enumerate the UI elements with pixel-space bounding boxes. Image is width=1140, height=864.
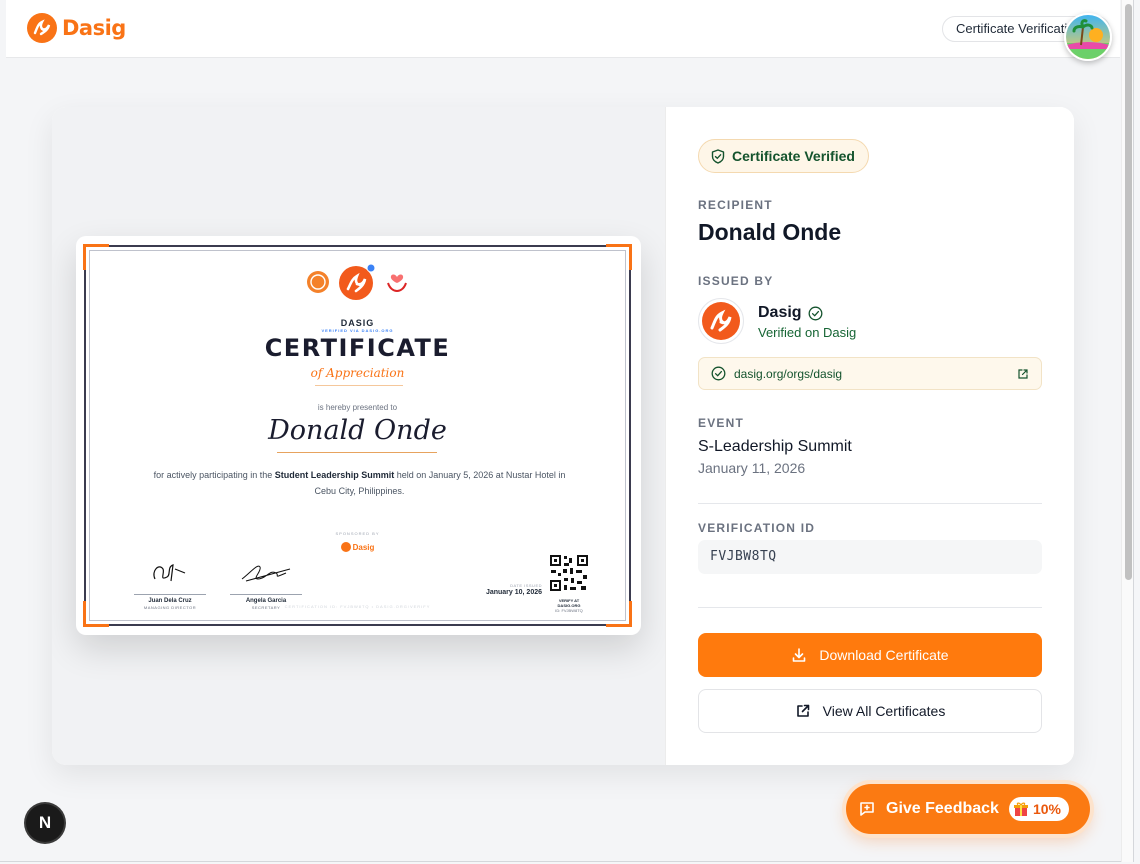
- dasig-small-icon: [340, 542, 351, 552]
- certificate-preview-area: DASIG VERIFIED VIA DASIG.ORG CERTIFICATE…: [52, 107, 665, 765]
- browser-window: Dasig Certificate Verification DASIG VER…: [0, 0, 1134, 862]
- feedback-message-icon: [860, 802, 874, 816]
- certificate-description: for actively participating in the Studen…: [153, 470, 566, 496]
- date-issued: DATE ISSUED January 10, 2026: [485, 583, 542, 596]
- signature-block-2: Angela Garcia SECRETARY: [230, 559, 302, 610]
- divider: [698, 503, 1042, 504]
- recipient-label: RECIPIENT: [698, 198, 773, 212]
- top-nav: Dasig Certificate Verification: [6, 0, 1120, 61]
- event-name: S-Leadership Summit: [698, 438, 852, 455]
- dasig-seal-icon: [338, 263, 375, 300]
- event-date: January 11, 2026: [698, 460, 806, 476]
- org-verified-text: Verified on Dasig: [758, 325, 857, 340]
- signature-icon: [153, 564, 186, 582]
- dasig-hands-icon: [27, 13, 57, 43]
- verified-check-icon: [808, 306, 823, 320]
- verification-id-label: VERIFICATION ID: [698, 521, 816, 535]
- hands-heart-logo-icon: [386, 274, 407, 293]
- check-circle-icon: [711, 366, 726, 381]
- event-label: EVENT: [698, 416, 745, 430]
- sponsor-logo: Dasig: [86, 542, 629, 552]
- user-avatar[interactable]: [1064, 13, 1112, 61]
- org-name[interactable]: Dasig: [758, 304, 823, 322]
- issued-by-label: ISSUED BY: [698, 274, 774, 288]
- certificate-title: CERTIFICATE: [264, 334, 451, 362]
- external-link-icon: [1018, 368, 1028, 379]
- certificate-preview[interactable]: DASIG VERIFIED VIA DASIG.ORG CERTIFICATE…: [76, 236, 641, 635]
- download-certificate-button[interactable]: Download Certificate: [698, 633, 1042, 677]
- download-icon: [793, 648, 806, 662]
- shield-check-icon: [711, 148, 725, 164]
- view-all-certificates-button[interactable]: View All Certificates: [698, 689, 1042, 733]
- scrollbar-thumb[interactable]: [1125, 4, 1132, 580]
- partner-logo-icon: [306, 271, 329, 293]
- external-link-icon: [796, 704, 809, 717]
- divider: [698, 607, 1042, 608]
- certificate-footer: CERTIFICATION ID: FVJBW8TQ • DASIG.ORG/V…: [284, 604, 431, 609]
- qr-code: VERIFY AT DASIG.ORG ID: FVJBW8TQ: [549, 554, 589, 613]
- gift-icon: [1013, 802, 1028, 816]
- certificate-logos: [86, 263, 629, 301]
- certificate-document: DASIG VERIFIED VIA DASIG.ORG CERTIFICATE…: [83, 244, 632, 627]
- brand-name: Dasig: [62, 16, 126, 40]
- island-avatar-icon: [1066, 15, 1110, 59]
- recipient-name: Donald Onde: [698, 219, 842, 245]
- certificate-recipient: Donald Onde: [268, 415, 447, 446]
- signature-block-1: Juan Dela Cruz MANAGING DIRECTOR: [134, 559, 206, 610]
- verification-card: DASIG VERIFIED VIA DASIG.ORG CERTIFICATE…: [52, 107, 1074, 765]
- page-scrollbar[interactable]: [1121, 0, 1133, 862]
- sponsored-by-label: SPONSORED BY: [335, 531, 380, 536]
- signature-icon: [241, 565, 291, 582]
- certificate-verified-badge: Certificate Verified: [698, 139, 869, 173]
- brand-logo[interactable]: Dasig: [26, 12, 126, 44]
- verification-id: FVJBW8TQ: [698, 540, 1042, 574]
- verification-details: Certificate Verified RECIPIENT Donald On…: [665, 107, 1074, 765]
- org-profile-link[interactable]: dasig.org/orgs/dasig: [698, 357, 1042, 390]
- certificate-presented: is hereby presented to: [317, 403, 398, 412]
- certificate-subtitle: of Appreciation: [310, 366, 405, 380]
- certificate-org: DASIG: [340, 318, 375, 328]
- give-feedback-button[interactable]: Give Feedback 10%: [846, 784, 1090, 834]
- org-logo[interactable]: [698, 298, 744, 344]
- dasig-hands-icon: [702, 302, 740, 340]
- nextjs-dev-indicator[interactable]: N: [26, 804, 64, 842]
- qr-code-icon: [549, 554, 589, 592]
- discount-badge: 10%: [1008, 797, 1069, 821]
- certificate-verified-via: VERIFIED VIA DASIG.ORG: [321, 328, 394, 333]
